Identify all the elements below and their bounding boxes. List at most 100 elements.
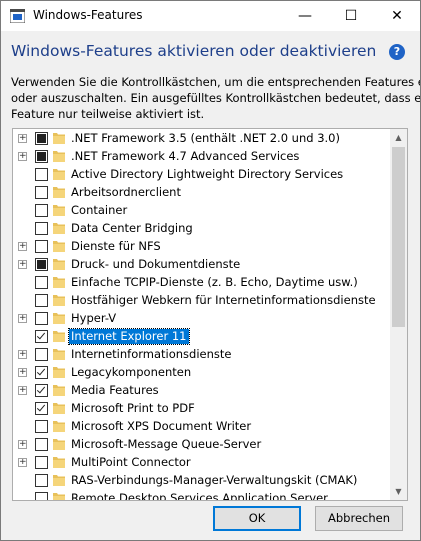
feature-label[interactable]: RAS-Verbindungs-Manager-Verwaltungskit (…	[69, 473, 359, 488]
feature-tree[interactable]: + .NET Framework 3.5 (enthält .NET 2.0 un…	[12, 128, 408, 501]
feature-checkbox[interactable]	[35, 132, 48, 145]
feature-checkbox[interactable]	[35, 384, 48, 397]
feature-label[interactable]: Arbeitsordnerclient	[69, 185, 183, 200]
expand-icon[interactable]: +	[18, 350, 27, 359]
feature-checkbox[interactable]	[35, 258, 48, 271]
feature-row[interactable]: Remote Desktop Services Application Serv…	[13, 490, 388, 500]
feature-row[interactable]: + .NET Framework 4.7 Advanced Services	[13, 148, 388, 166]
folder-icon	[53, 295, 65, 306]
feature-checkbox[interactable]	[35, 204, 48, 217]
folder-icon	[53, 151, 65, 162]
expand-icon[interactable]: +	[18, 314, 27, 323]
feature-label[interactable]: .NET Framework 4.7 Advanced Services	[69, 149, 301, 164]
help-icon[interactable]: ?	[389, 44, 405, 60]
feature-checkbox[interactable]	[35, 330, 48, 343]
feature-row[interactable]: + Dienste für NFS	[13, 238, 388, 256]
feature-label[interactable]: MultiPoint Connector	[69, 455, 193, 470]
feature-label[interactable]: Internet Explorer 11	[68, 328, 190, 345]
expand-icon[interactable]: +	[18, 260, 27, 269]
feature-label[interactable]: Microsoft Print to PDF	[69, 401, 197, 416]
feature-checkbox[interactable]	[35, 294, 48, 307]
feature-checkbox[interactable]	[35, 222, 48, 235]
feature-row[interactable]: Internet Explorer 11	[13, 328, 388, 346]
scrollbar-thumb[interactable]	[392, 147, 405, 327]
expand-icon[interactable]: +	[18, 458, 27, 467]
feature-row[interactable]: RAS-Verbindungs-Manager-Verwaltungskit (…	[13, 472, 388, 490]
feature-checkbox[interactable]	[35, 168, 48, 181]
description-text: Verwenden Sie die Kontrollkästchen, um d…	[11, 74, 421, 122]
folder-icon	[53, 493, 65, 500]
feature-checkbox[interactable]	[35, 276, 48, 289]
scroll-down-icon[interactable]: ▼	[390, 483, 407, 500]
window-title: Windows-Features	[33, 8, 143, 22]
folder-icon	[53, 349, 65, 360]
feature-row[interactable]: + Legacykomponenten	[13, 364, 388, 382]
feature-checkbox[interactable]	[35, 492, 48, 500]
feature-checkbox[interactable]	[35, 474, 48, 487]
expand-icon[interactable]: +	[18, 386, 27, 395]
minimize-button[interactable]: —	[282, 1, 328, 31]
feature-checkbox[interactable]	[35, 186, 48, 199]
feature-checkbox[interactable]	[35, 312, 48, 325]
feature-checkbox[interactable]	[35, 420, 48, 433]
feature-row[interactable]: + Media Features	[13, 382, 388, 400]
feature-label[interactable]: Active Directory Lightweight Directory S…	[69, 167, 345, 182]
feature-checkbox[interactable]	[35, 456, 48, 469]
feature-row[interactable]: + .NET Framework 3.5 (enthält .NET 2.0 un…	[13, 130, 388, 148]
feature-row[interactable]: + MultiPoint Connector	[13, 454, 388, 472]
feature-checkbox[interactable]	[35, 366, 48, 379]
feature-label[interactable]: Microsoft XPS Document Writer	[69, 419, 253, 434]
feature-checkbox[interactable]	[35, 150, 48, 163]
feature-row[interactable]: + Internetinformationsdienste	[13, 346, 388, 364]
feature-row[interactable]: Microsoft XPS Document Writer	[13, 418, 388, 436]
feature-row[interactable]: Data Center Bridging	[13, 220, 388, 238]
folder-icon	[53, 259, 65, 270]
cancel-button[interactable]: Abbrechen	[315, 506, 403, 531]
feature-row[interactable]: Microsoft Print to PDF	[13, 400, 388, 418]
feature-row[interactable]: Active Directory Lightweight Directory S…	[13, 166, 388, 184]
expand-icon[interactable]: +	[18, 440, 27, 449]
feature-label[interactable]: Microsoft-Message Queue-Server	[69, 437, 263, 452]
feature-row[interactable]: + Druck- und Dokumentdienste	[13, 256, 388, 274]
feature-label[interactable]: Remote Desktop Services Application Serv…	[69, 491, 330, 500]
vertical-scrollbar[interactable]: ▲ ▼	[390, 129, 407, 500]
folder-icon	[53, 385, 65, 396]
expand-icon[interactable]: +	[18, 134, 27, 143]
description-line: oder auszuschalten. Ein ausgefülltes Kon…	[11, 91, 421, 105]
feature-row[interactable]: Hostfähiger Webkern für Internetinformat…	[13, 292, 388, 310]
folder-icon	[53, 133, 65, 144]
maximize-button[interactable]: ☐	[328, 1, 374, 31]
folder-icon	[53, 421, 65, 432]
feature-label[interactable]: Legacykomponenten	[69, 365, 193, 380]
feature-row[interactable]: + Microsoft-Message Queue-Server	[13, 436, 388, 454]
title-bar[interactable]: Windows-Features — ☐ ✕	[1, 1, 420, 31]
folder-icon	[53, 241, 65, 252]
feature-label[interactable]: Druck- und Dokumentdienste	[69, 257, 242, 272]
expand-icon[interactable]: +	[18, 242, 27, 251]
feature-label[interactable]: Dienste für NFS	[69, 239, 163, 254]
ok-button[interactable]: OK	[213, 506, 301, 531]
feature-label[interactable]: Container	[69, 203, 129, 218]
expand-icon[interactable]: +	[18, 152, 27, 161]
feature-label[interactable]: Hyper-V	[69, 311, 118, 326]
feature-label[interactable]: Einfache TCPIP-Dienste (z. B. Echo, Dayt…	[69, 275, 360, 290]
feature-label[interactable]: Internetinformationsdienste	[69, 347, 233, 362]
feature-checkbox[interactable]	[35, 402, 48, 415]
feature-checkbox[interactable]	[35, 240, 48, 253]
feature-row[interactable]: Arbeitsordnerclient	[13, 184, 388, 202]
feature-label[interactable]: Media Features	[69, 383, 161, 398]
scroll-up-icon[interactable]: ▲	[390, 129, 407, 146]
feature-label[interactable]: Data Center Bridging	[69, 221, 195, 236]
folder-icon	[53, 367, 65, 378]
feature-label[interactable]: Hostfähiger Webkern für Internetinformat…	[69, 293, 378, 308]
windows-features-icon	[10, 9, 25, 23]
feature-checkbox[interactable]	[35, 438, 48, 451]
feature-checkbox[interactable]	[35, 348, 48, 361]
feature-label[interactable]: .NET Framework 3.5 (enthält .NET 2.0 und…	[69, 131, 342, 146]
feature-row[interactable]: Einfache TCPIP-Dienste (z. B. Echo, Dayt…	[13, 274, 388, 292]
expand-icon[interactable]: +	[18, 368, 27, 377]
close-button[interactable]: ✕	[374, 1, 420, 31]
folder-icon	[53, 277, 65, 288]
feature-row[interactable]: + Hyper-V	[13, 310, 388, 328]
feature-row[interactable]: Container	[13, 202, 388, 220]
